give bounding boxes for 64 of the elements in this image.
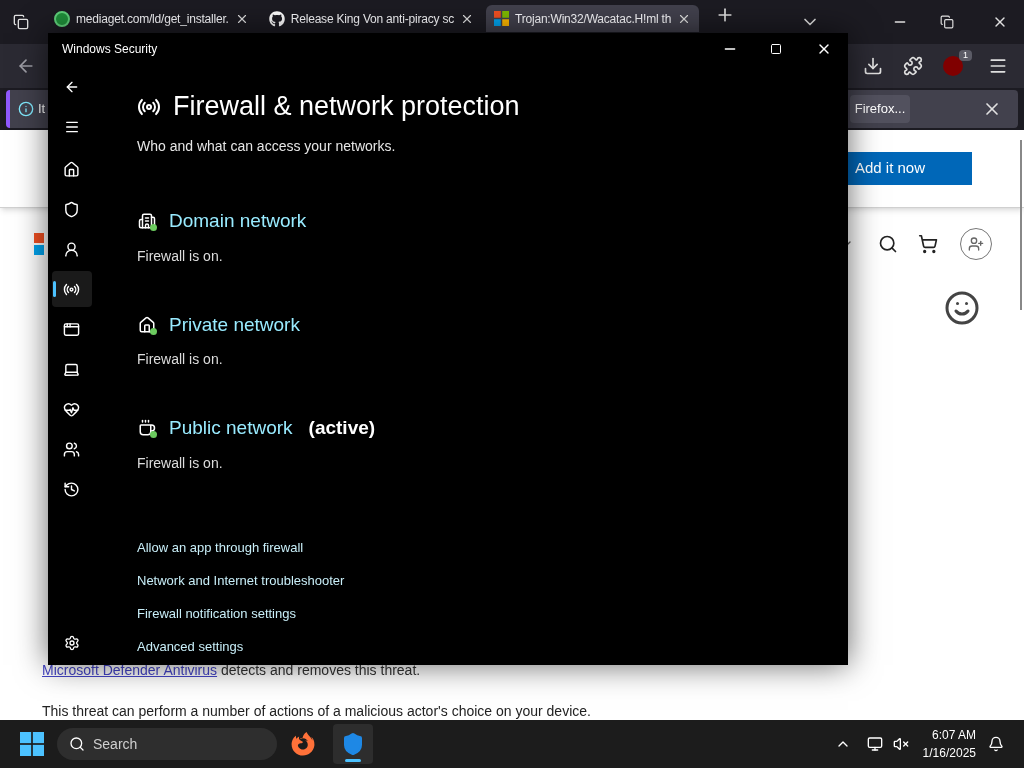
browser-tab[interactable]: Release King Von anti-piracy sc [260, 5, 482, 32]
defender-link[interactable]: Microsoft Defender Antivirus [42, 662, 218, 678]
building-icon [137, 211, 157, 232]
maximize-icon[interactable] [770, 43, 782, 55]
settings-icon[interactable] [63, 635, 80, 651]
restore-icon[interactable] [940, 15, 954, 29]
network-status: Firewall is on. [137, 453, 224, 473]
page-subtitle: Who and what can access your networks. [137, 137, 397, 156]
search-field[interactable]: Search [57, 728, 277, 760]
puzzle-icon[interactable] [903, 56, 923, 76]
tab-title: Trojan:Win32/Wacatac.H!ml th [515, 10, 672, 28]
window-icon [63, 320, 80, 338]
shield-icon [63, 200, 80, 218]
home-icon [63, 160, 80, 178]
search-icon[interactable] [878, 234, 898, 254]
bell-icon[interactable] [988, 736, 1004, 752]
network-title[interactable]: Private network [169, 310, 300, 339]
window-title: Windows Security [62, 41, 158, 58]
scrollbar-thumb[interactable] [1020, 140, 1022, 310]
github-logo-icon [268, 10, 285, 27]
settings-link[interactable]: Allow an app through firewall [137, 537, 304, 557]
heart-pulse-icon [63, 400, 80, 418]
network-status: Firewall is on. [137, 246, 224, 266]
tab-list-icon[interactable] [13, 14, 29, 30]
smiley-icon[interactable] [944, 290, 980, 326]
extension-badge: 1 [959, 50, 972, 61]
tab-title: Release King Von anti-piracy sc [290, 10, 454, 28]
firefox-icon[interactable] [291, 732, 315, 756]
network-title[interactable]: Public network [169, 414, 293, 443]
settings-link[interactable]: Advanced settings [137, 636, 244, 656]
defender-taskbar-button[interactable] [333, 724, 373, 764]
network-title[interactable]: Domain network [169, 207, 307, 236]
network-status: Firewall is on. [137, 350, 224, 369]
page-heading: Firewall & network protection [173, 93, 520, 120]
history-icon [63, 480, 80, 498]
settings-link[interactable]: Firewall notification settings [137, 603, 296, 623]
download-icon[interactable] [863, 56, 883, 76]
firefox-button[interactable]: Firefox... [850, 95, 910, 123]
search-icon [69, 736, 85, 752]
settings-link[interactable]: Network and Internet troubleshooter [137, 570, 345, 590]
house-icon [137, 314, 157, 335]
network-icon[interactable] [866, 736, 883, 752]
browser-tab[interactable]: mediaget.com/ld/get_installer. [46, 5, 257, 32]
shield-icon [341, 732, 365, 756]
clock-date[interactable]: 1/16/2025 [922, 744, 976, 762]
info-icon [18, 101, 34, 117]
add-it-now-button[interactable]: Add it now [848, 152, 972, 185]
microsoft-logo-icon [494, 11, 509, 26]
tab-title: mediaget.com/ld/get_installer. [76, 10, 229, 28]
people-icon [63, 440, 80, 458]
paragraph-text: This threat can perform a number of actions of a malicious actor's choice on your device. [42, 703, 591, 719]
cup-icon [137, 418, 157, 439]
cart-icon[interactable] [918, 234, 938, 254]
paragraph-text: detects and removes this threat. [219, 662, 421, 678]
person-icon [63, 240, 80, 258]
menu-icon[interactable] [63, 119, 80, 135]
nav-item[interactable] [51, 271, 92, 307]
clock-time[interactable]: 6:07 AM [931, 726, 976, 744]
active-label: (active) [308, 416, 376, 440]
menu-icon[interactable] [988, 56, 1008, 76]
muted-speaker-icon[interactable] [892, 736, 909, 752]
notification-text: It [38, 100, 46, 119]
windows-logo-icon[interactable] [20, 732, 44, 756]
browser-tab[interactable]: Trojan:Win32/Wacatac.H!ml th [486, 5, 700, 32]
